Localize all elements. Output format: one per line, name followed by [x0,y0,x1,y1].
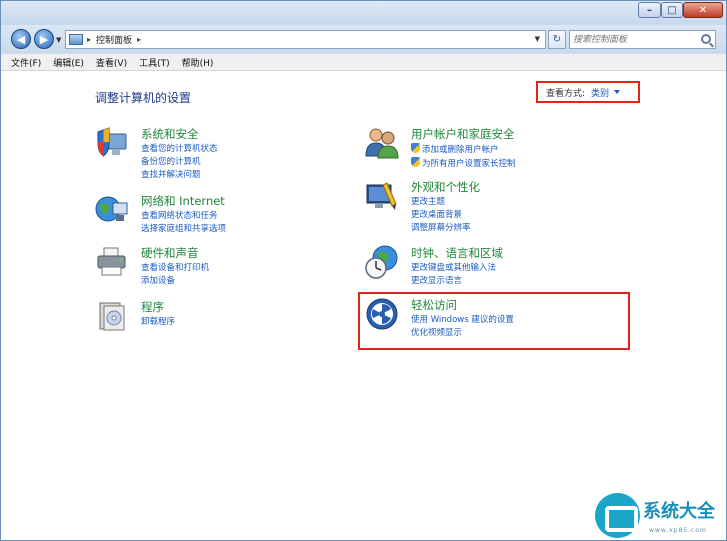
link-change-display-language[interactable]: 更改显示语言 [411,275,496,288]
page-title: 调整计算机的设置 [95,91,192,105]
ease-of-access-icon[interactable] [365,297,399,331]
category-title-appearance[interactable]: 外观和个性化 [411,179,480,195]
uac-shield-icon [411,143,420,153]
category-programs: 程序 卸载程序 [95,299,295,339]
arrow-left-icon: ◀ [16,32,26,46]
category-system-security: 系统和安全 查看您的计算机状态 备份您的计算机 查找并解决问题 [95,126,295,186]
back-button[interactable]: ◀ [11,29,31,49]
view-by-dropdown[interactable]: 类别 [591,86,609,99]
link-change-theme[interactable]: 更改主题 [411,196,471,209]
clock-globe-icon[interactable] [365,245,399,279]
refresh-button[interactable]: ↻ [548,30,566,49]
category-clock-language-region: 时钟、语言和区域 更改键盘或其他输入法 更改显示语言 [365,245,585,291]
category-title-hardware-sound[interactable]: 硬件和声音 [141,245,199,261]
menu-edit[interactable]: 编辑(E) [53,56,84,69]
link-optimize-visual-display[interactable]: 优化视频显示 [411,327,514,340]
watermark: 系统大全 www.xp85.com [595,493,727,541]
watermark-url: www.xp85.com [649,527,707,534]
category-ease-of-access: 轻松访问 使用 Windows 建议的设置 优化视频显示 [365,297,585,343]
watermark-name: 系统大全 [643,501,715,522]
link-view-network-status[interactable]: 查看网络状态和任务 [141,210,226,223]
link-add-device[interactable]: 添加设备 [141,275,209,288]
category-appearance: 外观和个性化 更改主题 更改桌面背景 调整屏幕分辨率 [365,179,585,239]
link-change-background[interactable]: 更改桌面背景 [411,209,471,222]
programs-icon[interactable] [95,299,129,333]
arrow-right-icon: ▶ [39,32,49,46]
link-devices-printers[interactable]: 查看设备和打印机 [141,262,209,275]
view-by-selector: 查看方式: 类别 [536,81,640,103]
view-by-label: 查看方式: [546,88,586,99]
menu-view[interactable]: 查看(V) [96,56,127,69]
chevron-down-icon[interactable] [614,90,621,94]
link-uninstall-program[interactable]: 卸载程序 [141,316,175,329]
category-hardware-sound: 硬件和声音 查看设备和打印机 添加设备 [95,245,295,291]
breadcrumb-chevron-icon[interactable]: ▸ [87,35,91,44]
menu-tools[interactable]: 工具(T) [139,56,170,69]
maximize-button[interactable]: □ [661,2,683,18]
close-icon: ✕ [698,4,708,16]
minimize-icon: – [647,4,652,16]
navigation-bar: ◀ ▶ ▼ ▸ 控制面板 ▸ ▼ ↻ [1,25,726,53]
link-add-remove-accounts[interactable]: 添加或删除用户帐户 [411,143,516,157]
search-box[interactable] [569,30,716,49]
category-title-ease-of-access[interactable]: 轻松访问 [411,297,457,313]
minimize-button[interactable]: – [638,2,661,18]
category-title-system-security[interactable]: 系统和安全 [141,126,199,142]
shield-computer-icon[interactable] [95,126,129,160]
category-title-user-accounts[interactable]: 用户帐户和家庭安全 [411,126,515,142]
content-area: 调整计算机的设置 查看方式: 类别 系统和安全 查看您的计算机状态 备份您的计算… [1,71,726,540]
appearance-icon[interactable] [365,179,399,213]
menu-help[interactable]: 帮助(H) [182,56,214,69]
link-troubleshoot[interactable]: 查找并解决问题 [141,169,218,182]
close-button[interactable]: ✕ [683,2,723,18]
category-network-internet: 网络和 Internet 查看网络状态和任务 选择家庭组和共享选项 [95,193,295,239]
menu-file[interactable]: 文件(F) [11,56,41,69]
category-title-network-internet[interactable]: 网络和 Internet [141,193,225,209]
search-input[interactable] [573,33,693,47]
link-change-input-method[interactable]: 更改键盘或其他输入法 [411,262,496,275]
menu-bar: 文件(F) 编辑(E) 查看(V) 工具(T) 帮助(H) [1,53,726,71]
forward-button[interactable]: ▶ [34,29,54,49]
link-parental-controls[interactable]: 为所有用户设置家长控制 [411,157,516,171]
breadcrumb-chevron-icon[interactable]: ▸ [137,35,141,44]
network-globe-icon[interactable] [95,193,129,227]
category-title-clock-language-region[interactable]: 时钟、语言和区域 [411,245,503,261]
maximize-icon: □ [667,4,677,16]
printer-icon[interactable] [95,245,129,279]
control-panel-icon [69,34,83,45]
search-icon[interactable] [701,34,711,44]
address-dropdown-icon[interactable]: ▼ [535,35,540,43]
breadcrumb-control-panel[interactable]: 控制面板 [96,33,132,46]
refresh-icon: ↻ [552,34,562,45]
link-check-computer-status[interactable]: 查看您的计算机状态 [141,143,218,156]
address-bar[interactable]: ▸ 控制面板 ▸ ▼ [65,30,546,49]
link-backup-computer[interactable]: 备份您的计算机 [141,156,218,169]
link-homegroup-sharing[interactable]: 选择家庭组和共享选项 [141,223,226,236]
category-user-accounts: 用户帐户和家庭安全 添加或删除用户帐户 为所有用户设置家长控制 [365,126,585,174]
watermark-logo-icon [595,493,640,538]
uac-shield-icon [411,157,420,167]
title-bar: – □ ✕ [1,1,726,25]
recent-pages-dropdown[interactable]: ▼ [56,36,61,44]
category-title-programs[interactable]: 程序 [141,299,164,315]
link-windows-recommended-settings[interactable]: 使用 Windows 建议的设置 [411,314,514,327]
control-panel-window: – □ ✕ ◀ ▶ ▼ ▸ 控制面板 ▸ ▼ ↻ 文件(F) 编辑(E) 查看(… [0,0,727,541]
users-icon[interactable] [365,126,399,160]
link-adjust-resolution[interactable]: 调整屏幕分辨率 [411,222,471,235]
